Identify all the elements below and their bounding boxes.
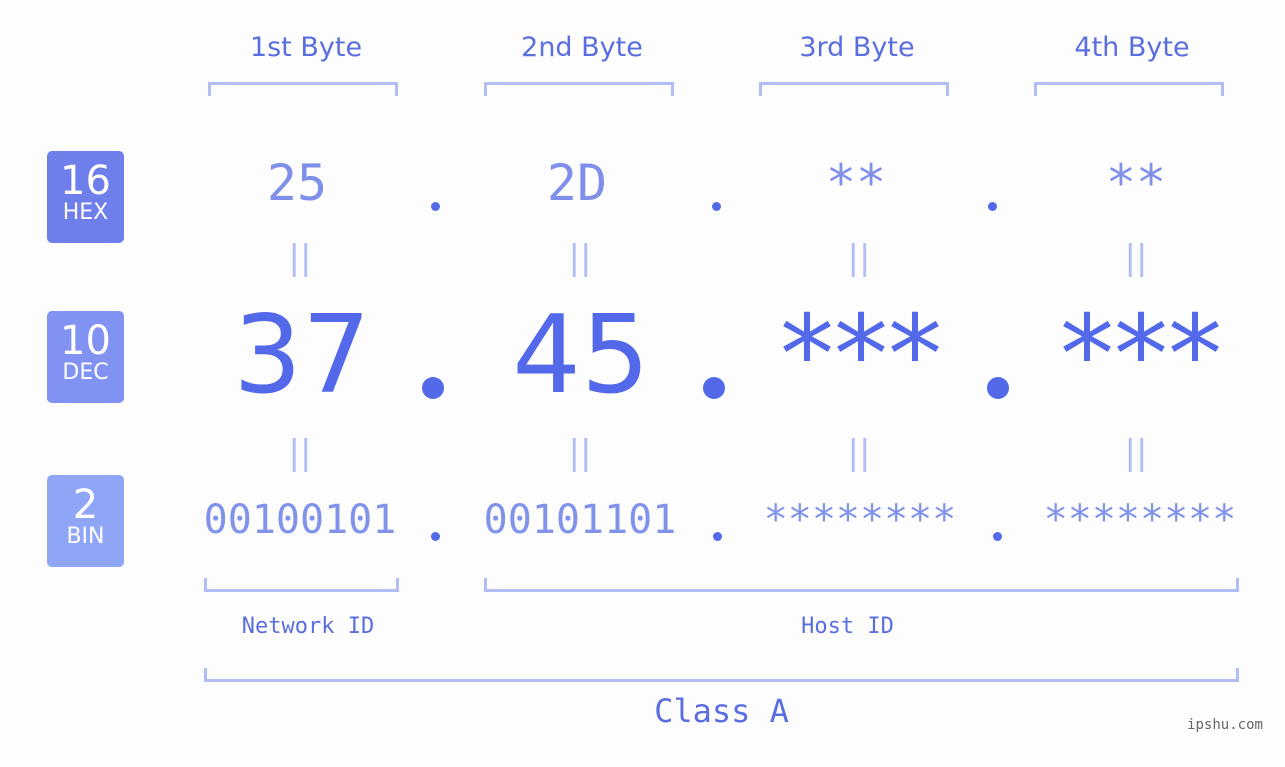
class-bracket <box>204 668 1239 682</box>
equals-hex-dec-2: || <box>568 238 592 278</box>
bin-byte-2: 00101101 <box>483 497 677 543</box>
hex-byte-2: 2D <box>546 154 608 212</box>
dec-dot-2 <box>703 377 725 399</box>
dec-base-label: DEC <box>62 360 109 385</box>
equals-dec-bin-4: || <box>1124 433 1148 473</box>
host-id-label: Host ID <box>801 614 894 639</box>
equals-dec-bin-3: || <box>847 433 871 473</box>
equals-dec-bin-1: || <box>288 433 312 473</box>
bin-dot-2 <box>713 532 722 541</box>
dec-badge: 10 DEC <box>47 311 124 403</box>
hex-badge: 16 HEX <box>47 151 124 243</box>
bin-base-number: 2 <box>72 482 99 528</box>
dec-dot-1 <box>422 377 444 399</box>
header-byte-2: 2nd Byte <box>521 32 643 63</box>
network-id-bracket <box>204 578 399 592</box>
dec-byte-1: 37 <box>233 293 371 418</box>
network-id-label: Network ID <box>241 614 375 639</box>
header-byte-1: 1st Byte <box>249 32 363 63</box>
header-byte-4: 4th Byte <box>1074 32 1190 63</box>
bin-byte-3: ******** <box>763 497 957 543</box>
equals-hex-dec-3: || <box>847 238 871 278</box>
bin-byte-1: 00100101 <box>203 497 397 543</box>
dec-dot-3 <box>987 377 1009 399</box>
dec-byte-3: *** <box>780 293 942 418</box>
hex-byte-3: ** <box>825 154 887 212</box>
equals-hex-dec-1: || <box>288 238 312 278</box>
hex-byte-1: 25 <box>266 154 328 212</box>
equals-hex-dec-4: || <box>1124 238 1148 278</box>
hex-dot-1 <box>431 202 440 211</box>
hex-dot-3 <box>988 202 997 211</box>
host-id-bracket <box>484 578 1239 592</box>
hex-dot-2 <box>712 202 721 211</box>
bracket-byte-1 <box>208 82 398 96</box>
equals-dec-bin-2: || <box>568 433 592 473</box>
bin-byte-4: ******** <box>1043 497 1237 543</box>
dec-byte-2: 45 <box>512 293 650 418</box>
hex-byte-4: ** <box>1105 154 1167 212</box>
bin-badge: 2 BIN <box>47 475 124 567</box>
watermark: ipshu.com <box>1187 717 1263 733</box>
bin-base-label: BIN <box>66 524 105 549</box>
class-label: Class A <box>654 692 789 730</box>
dec-byte-4: *** <box>1060 293 1222 418</box>
header-byte-3: 3rd Byte <box>799 32 915 63</box>
dec-base-number: 10 <box>60 318 111 364</box>
bin-dot-1 <box>431 532 440 541</box>
hex-base-label: HEX <box>62 200 109 225</box>
bracket-byte-4 <box>1034 82 1224 96</box>
hex-base-number: 16 <box>60 158 111 204</box>
bin-dot-3 <box>993 532 1002 541</box>
bracket-byte-2 <box>484 82 674 96</box>
bracket-byte-3 <box>759 82 949 96</box>
